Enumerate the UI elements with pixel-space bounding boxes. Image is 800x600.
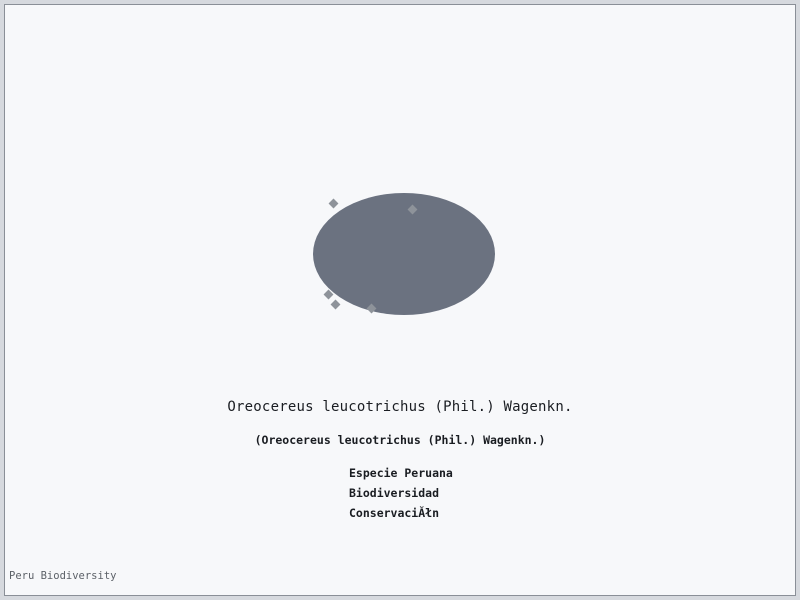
tag-conservacion: ConservaciĂłn — [349, 506, 440, 520]
emblem-marker — [330, 299, 341, 310]
emblem-marker — [328, 198, 339, 209]
species-card-page: Oreocereus leucotrichus (Phil.) Wagenkn.… — [0, 0, 800, 600]
tag-list: Especie Peruana Biodiversidad Conservaci… — [349, 463, 453, 523]
species-subtitle: (Oreocereus leucotrichus (Phil.) Wagenkn… — [254, 433, 546, 447]
emblem-ellipse — [313, 193, 495, 315]
tag-especie-peruana: Especie Peruana — [349, 466, 453, 480]
footer-brand: Peru Biodiversity — [9, 570, 117, 582]
tag-biodiversidad: Biodiversidad — [349, 486, 440, 500]
species-title: Oreocereus leucotrichus (Phil.) Wagenkn. — [227, 399, 573, 415]
species-emblem-icon — [312, 192, 498, 318]
